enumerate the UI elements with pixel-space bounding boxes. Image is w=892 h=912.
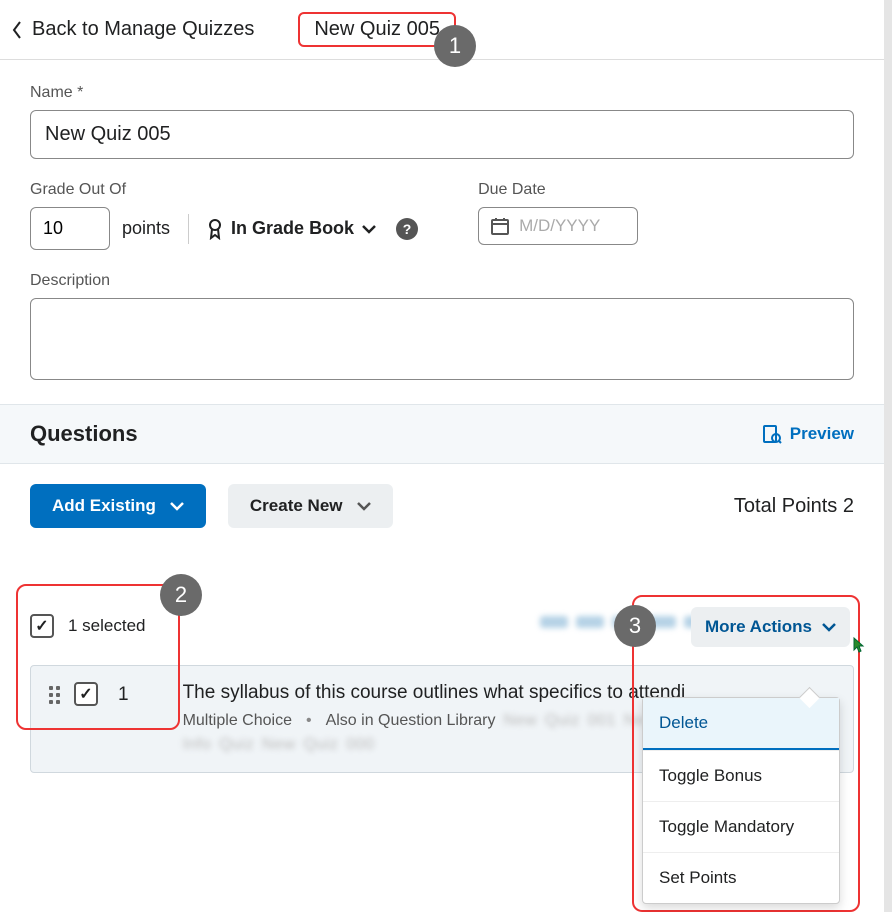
name-label: Name * — [30, 84, 854, 102]
in-gradebook-label: In Grade Book — [231, 218, 354, 239]
back-label: Back to Manage Quizzes — [32, 18, 254, 41]
question-library-label: Also in Question Library — [326, 712, 496, 730]
in-gradebook-button[interactable]: In Grade Book — [207, 218, 376, 240]
points-text: points — [122, 218, 170, 239]
chevron-down-icon — [357, 501, 371, 511]
quiz-title-text: New Quiz 005 — [314, 18, 440, 40]
total-points-text: Total Points 2 — [734, 495, 854, 518]
separator — [188, 214, 189, 244]
dropdown-item-set-points[interactable]: Set Points — [643, 852, 839, 903]
quiz-title-display: New Quiz 005 — [298, 12, 456, 47]
chevron-down-icon — [362, 224, 376, 234]
preview-icon — [762, 424, 782, 444]
chevron-left-icon — [12, 21, 22, 39]
annotation-badge-2: 2 — [160, 574, 202, 616]
question-number: 1 — [118, 682, 129, 706]
create-new-label: Create New — [250, 496, 343, 516]
drag-handle-icon[interactable] — [49, 682, 60, 704]
preview-label: Preview — [790, 424, 854, 444]
cursor-pointer-icon — [848, 636, 868, 656]
selection-summary-row: ✓ 1 selected — [30, 614, 146, 638]
add-existing-label: Add Existing — [52, 496, 156, 516]
add-existing-button[interactable]: Add Existing — [30, 484, 206, 528]
due-date-input[interactable]: M/D/YYYY — [478, 207, 638, 245]
ribbon-icon — [207, 218, 223, 240]
questions-heading: Questions — [30, 421, 138, 447]
grade-input[interactable] — [30, 207, 110, 250]
grade-label: Grade Out Of — [30, 181, 418, 199]
dropdown-item-toggle-mandatory[interactable]: Toggle Mandatory — [643, 801, 839, 852]
dropdown-item-delete[interactable]: Delete — [643, 698, 839, 750]
chevron-down-icon — [170, 501, 184, 511]
select-all-checkbox[interactable]: ✓ — [30, 614, 54, 638]
name-input[interactable] — [30, 110, 854, 159]
due-date-label: Due Date — [478, 181, 638, 199]
more-actions-label: More Actions — [705, 617, 812, 637]
redacted-text: Info Quiz New Quiz 000 — [183, 736, 375, 754]
create-new-button[interactable]: Create New — [228, 484, 393, 528]
question-type: Multiple Choice — [183, 712, 292, 730]
annotation-badge-1: 1 — [434, 25, 476, 67]
dropdown-item-toggle-bonus[interactable]: Toggle Bonus — [643, 750, 839, 801]
help-icon[interactable]: ? — [396, 218, 418, 240]
description-input[interactable] — [30, 298, 854, 380]
back-button[interactable]: Back to Manage Quizzes — [12, 18, 254, 41]
more-actions-dropdown: Delete Toggle Bonus Toggle Mandatory Set… — [642, 697, 840, 904]
annotation-more-actions-highlight: More Actions Delete Toggle Bonus Toggle … — [632, 595, 860, 912]
preview-button[interactable]: Preview — [762, 424, 854, 444]
calendar-icon — [491, 217, 509, 235]
more-actions-button[interactable]: More Actions — [691, 607, 850, 647]
annotation-badge-3: 3 — [614, 605, 656, 647]
description-label: Description — [30, 272, 854, 290]
due-date-placeholder: M/D/YYYY — [519, 216, 600, 236]
question-checkbox[interactable]: ✓ — [74, 682, 98, 706]
chevron-down-icon — [822, 622, 836, 632]
selected-count-text: 1 selected — [68, 616, 146, 636]
